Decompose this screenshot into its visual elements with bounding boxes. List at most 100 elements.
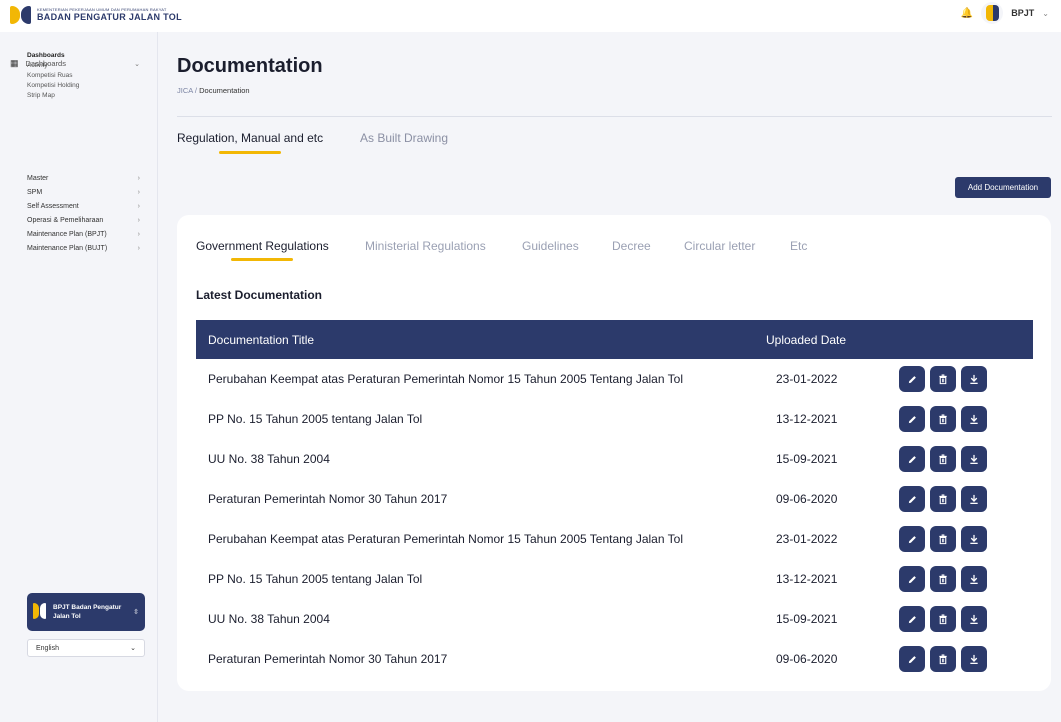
org-logo-icon — [33, 603, 47, 621]
download-button[interactable] — [961, 566, 987, 592]
tab-ministerial-regulations[interactable]: Ministerial Regulations — [365, 239, 486, 253]
column-header-title: Documentation Title — [208, 333, 315, 347]
chevron-right-icon: › — [137, 231, 140, 238]
download-button[interactable] — [961, 446, 987, 472]
table-row: Peraturan Pemerintah Nomor 30 Tahun 2017… — [196, 639, 1033, 679]
trash-icon — [938, 493, 948, 505]
chevron-up-down-icon: ⇳ — [133, 609, 139, 616]
uploaded-date: 15-09-2021 — [776, 452, 838, 466]
download-button[interactable] — [961, 526, 987, 552]
delete-button[interactable] — [930, 486, 956, 512]
delete-button[interactable] — [930, 406, 956, 432]
edit-button[interactable] — [899, 606, 925, 632]
pencil-icon — [907, 454, 918, 465]
edit-button[interactable] — [899, 446, 925, 472]
brand-logo[interactable]: KEMENTERIAN PEKERJAAN UMUM DAN PERUMAHAN… — [10, 4, 182, 26]
tab-government-regulations[interactable]: Government Regulations — [196, 239, 329, 253]
divider — [177, 116, 1052, 117]
add-documentation-button[interactable]: Add Documentation — [955, 177, 1051, 198]
row-actions — [899, 606, 987, 632]
sidebar-item-label: Operasi & Pemeliharaan — [27, 217, 104, 224]
document-title: UU No. 38 Tahun 2004 — [208, 612, 330, 626]
avatar[interactable] — [981, 2, 1004, 24]
pencil-icon — [907, 494, 918, 505]
sidebar-item-spm[interactable]: SPM › — [27, 186, 140, 200]
sidebar-item-self-assessment[interactable]: Self Assessment › — [27, 200, 140, 214]
sidebar-item-strip-map[interactable]: Strip Map — [27, 91, 79, 101]
org-name: BPJT Badan Pengatur Jalan Tol — [53, 604, 122, 620]
download-button[interactable] — [961, 406, 987, 432]
edit-button[interactable] — [899, 486, 925, 512]
top-bar: KEMENTERIAN PEKERJAAN UMUM DAN PERUMAHAN… — [0, 0, 1061, 32]
sidebar-item-dashboards[interactable]: Dashboards — [27, 51, 79, 61]
edit-button[interactable] — [899, 566, 925, 592]
document-title: PP No. 15 Tahun 2005 tentang Jalan Tol — [208, 572, 423, 586]
edit-button[interactable] — [899, 406, 925, 432]
download-button[interactable] — [961, 366, 987, 392]
trash-icon — [938, 413, 948, 425]
delete-button[interactable] — [930, 566, 956, 592]
sidebar-item-maintenance-bpjt[interactable]: Maintenance Plan (BPJT) › — [27, 228, 140, 242]
download-icon — [969, 374, 979, 385]
sidebar-item-kompetisi-holding[interactable]: Kompetisi Holding — [27, 81, 79, 91]
document-title: Perubahan Keempat atas Peraturan Pemerin… — [208, 532, 683, 546]
tab-decree[interactable]: Decree — [612, 239, 651, 253]
delete-button[interactable] — [930, 526, 956, 552]
download-icon — [969, 654, 979, 665]
delete-button[interactable] — [930, 646, 956, 672]
pencil-icon — [907, 414, 918, 425]
sidebar-item-label: Master — [27, 175, 49, 182]
sidebar-item-master[interactable]: Master › — [27, 172, 140, 186]
table-row: Peraturan Pemerintah Nomor 30 Tahun 2017… — [196, 479, 1033, 519]
chevron-down-icon[interactable]: ⌄ — [1042, 9, 1049, 18]
document-title: Peraturan Pemerintah Nomor 30 Tahun 2017 — [208, 492, 448, 506]
edit-button[interactable] — [899, 646, 925, 672]
sidebar-item-operasi[interactable]: Operasi & Pemeliharaan › — [27, 214, 140, 228]
user-name[interactable]: BPJT — [1011, 8, 1034, 18]
sidebar-item-kompetisi-ruas[interactable]: Kompetisi Ruas — [27, 71, 79, 81]
tab-as-built-drawing[interactable]: As Built Drawing — [360, 131, 448, 145]
row-actions — [899, 366, 987, 392]
organization-switcher[interactable]: BPJT Badan Pengatur Jalan Tol ⇳ — [27, 593, 145, 631]
sidebar-item-label: Self Assessment — [27, 203, 79, 210]
download-button[interactable] — [961, 646, 987, 672]
language-value: English — [36, 644, 59, 652]
chevron-right-icon: › — [137, 189, 140, 196]
row-actions — [899, 526, 987, 552]
tab-circular-letter[interactable]: Circular letter — [684, 239, 755, 253]
bell-icon[interactable]: 🔔 — [961, 8, 973, 19]
uploaded-date: 13-12-2021 — [776, 412, 838, 426]
uploaded-date: 23-01-2022 — [776, 532, 838, 546]
sidebar-item-activity[interactable]: Activity — [27, 61, 79, 71]
delete-button[interactable] — [930, 446, 956, 472]
delete-button[interactable] — [930, 606, 956, 632]
trash-icon — [938, 613, 948, 625]
sidebar-item-label: SPM — [27, 189, 43, 196]
breadcrumb: JICA / Documentation — [177, 86, 250, 95]
edit-button[interactable] — [899, 526, 925, 552]
uploaded-date: 09-06-2020 — [776, 492, 838, 506]
pencil-icon — [907, 374, 918, 385]
sidebar-item-label: Maintenance Plan (BUJT) — [27, 245, 108, 252]
breadcrumb-root[interactable]: JICA — [177, 86, 193, 95]
pencil-icon — [907, 654, 918, 665]
download-icon — [969, 454, 979, 465]
edit-button[interactable] — [899, 366, 925, 392]
tab-etc[interactable]: Etc — [790, 239, 807, 253]
uploaded-date: 15-09-2021 — [776, 612, 838, 626]
row-actions — [899, 406, 987, 432]
download-button[interactable] — [961, 606, 987, 632]
pencil-icon — [907, 534, 918, 545]
language-select[interactable]: English ⌄ — [27, 639, 145, 657]
breadcrumb-current: Documentation — [199, 86, 250, 95]
logo-title: BADAN PENGATUR JALAN TOL — [37, 12, 182, 22]
tab-regulation-manual[interactable]: Regulation, Manual and etc — [177, 131, 323, 145]
download-button[interactable] — [961, 486, 987, 512]
delete-button[interactable] — [930, 366, 956, 392]
trash-icon — [938, 533, 948, 545]
tab-guidelines[interactable]: Guidelines — [522, 239, 579, 253]
column-header-date: Uploaded Date — [766, 333, 847, 347]
active-tab-indicator — [219, 151, 281, 154]
download-icon — [969, 614, 979, 625]
sidebar-item-maintenance-bujt[interactable]: Maintenance Plan (BUJT) › — [27, 242, 140, 256]
